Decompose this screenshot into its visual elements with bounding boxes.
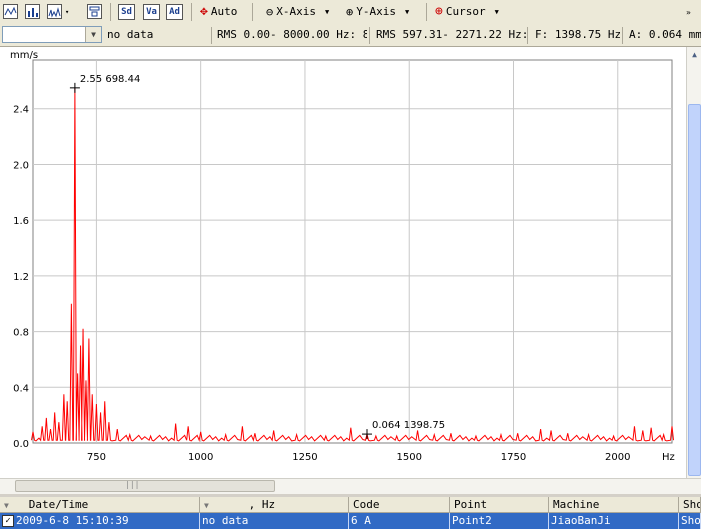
x-axis-label: X-Axis bbox=[276, 5, 316, 18]
table-cell-datetime[interactable]: ✓ 2009-6-8 15:10:39 bbox=[0, 513, 200, 529]
x-tick-label: 1250 bbox=[292, 452, 317, 463]
toolbar-overflow-icon[interactable]: » bbox=[686, 4, 691, 21]
y-tick-label: 2.0 bbox=[13, 160, 29, 171]
crosshair-icon: ⊕ bbox=[435, 4, 443, 19]
chevron-down-icon: ▼ bbox=[494, 7, 499, 16]
x-tick-label: 2000 bbox=[605, 452, 630, 463]
spectrum-icon-button[interactable]: ▾ bbox=[47, 3, 69, 20]
wave-icon-button[interactable] bbox=[3, 3, 18, 20]
sd-button[interactable]: Sd bbox=[118, 3, 135, 20]
horizontal-scroll-thumb[interactable] bbox=[15, 480, 275, 492]
y-axis-label: Y-Axis bbox=[356, 5, 396, 18]
scroll-up-icon[interactable]: ▲ bbox=[688, 48, 701, 61]
column-header-label: Date/Time bbox=[28, 498, 89, 511]
filter-icon-button[interactable] bbox=[87, 3, 102, 20]
bar-icon-button[interactable] bbox=[25, 3, 40, 20]
y-axis-button[interactable]: ⊕ Y-Axis ▼ bbox=[346, 3, 409, 20]
cursor-amplitude: A: 0.064 mm/ bbox=[629, 28, 701, 41]
vertical-scrollbar[interactable]: ▲ bbox=[686, 47, 701, 478]
ad-icon: Ad bbox=[166, 3, 183, 20]
y-tick-label: 0.0 bbox=[13, 439, 29, 450]
spectrum-plot[interactable]: 750 1000 1250 1500 1750 2000 0.0 0.4 0.8 1.2 1.6 2.… bbox=[0, 47, 686, 478]
column-header-hz[interactable]: ▼ , Hz bbox=[200, 497, 349, 513]
vertical-scroll-thumb[interactable] bbox=[688, 104, 701, 476]
cursor-frequency: F: 1398.75 Hz bbox=[535, 28, 620, 41]
channel-select[interactable]: ▼ bbox=[2, 26, 102, 43]
sort-icon: ▼ bbox=[4, 501, 9, 510]
column-header-machine[interactable]: Machine bbox=[549, 497, 679, 513]
peak-annotation: 0.064 1398.75 bbox=[372, 420, 445, 431]
sd-icon: Sd bbox=[118, 3, 135, 20]
auto-move-icon: ✥ bbox=[200, 4, 208, 19]
column-header-sho[interactable]: Sho bbox=[679, 497, 701, 513]
wave-icon bbox=[3, 4, 18, 19]
ad-button[interactable]: Ad bbox=[166, 3, 183, 20]
toolbar: ▾ Sd Va Ad ✥ Auto ⊖ X-Axis ▼ ⊕ Y-Axis ▼ … bbox=[0, 0, 701, 25]
measurement-table[interactable]: ▼ Date/Time ▼ , Hz Code Point Machine Sh… bbox=[0, 497, 701, 529]
y-tick-label: 0.4 bbox=[13, 383, 29, 394]
va-icon: Va bbox=[143, 3, 160, 20]
table-cell-machine[interactable]: JiaoBanJi bbox=[549, 513, 679, 529]
x-tick-label: 1500 bbox=[396, 452, 421, 463]
sort-icon: ▼ bbox=[204, 501, 209, 510]
peak-annotation: 2.55 698.44 bbox=[80, 74, 140, 85]
column-header-point[interactable]: Point bbox=[450, 497, 549, 513]
column-header-datetime[interactable]: ▼ Date/Time bbox=[0, 497, 200, 513]
va-button[interactable]: Va bbox=[143, 3, 160, 20]
auto-label: Auto bbox=[210, 5, 238, 18]
table-cell-code[interactable]: 6 A bbox=[349, 513, 450, 529]
x-tick-label: 1750 bbox=[501, 452, 526, 463]
table-cell-hz[interactable]: no data bbox=[200, 513, 349, 529]
table-cell-sho[interactable]: Sho bbox=[679, 513, 701, 529]
x-tick-label: 1000 bbox=[188, 452, 213, 463]
table-cell-point[interactable]: Point2 bbox=[450, 513, 549, 529]
y-axis-unit: mm/s bbox=[10, 50, 38, 61]
cursor-button[interactable]: ⊕ Cursor ▼ bbox=[435, 3, 499, 20]
chevron-down-icon: ▼ bbox=[324, 7, 330, 16]
plot-area bbox=[32, 59, 673, 444]
y-tick-label: 0.8 bbox=[13, 328, 29, 339]
rms-full-band: RMS 0.00- 8000.00 Hz: 8.6 bbox=[217, 28, 367, 41]
scroll-grip-icon: ||| bbox=[125, 480, 140, 489]
table-cell-text: 2009-6-8 15:10:39 bbox=[16, 514, 129, 527]
spectrum-chart[interactable]: 750 1000 1250 1500 1750 2000 0.0 0.4 0.8 1.2 1.6 2.… bbox=[0, 47, 686, 478]
info-bar: ▼ no data RMS 0.00- 8000.00 Hz: 8.6 RMS … bbox=[0, 24, 701, 47]
x-tick-label: 750 bbox=[87, 452, 106, 463]
filter-icon bbox=[87, 4, 102, 19]
column-header-code[interactable]: Code bbox=[349, 497, 450, 513]
bar-icon bbox=[25, 4, 40, 19]
column-header-label: , Hz bbox=[248, 498, 276, 511]
spectrum-icon bbox=[47, 4, 62, 19]
chevron-down-icon: ▼ bbox=[404, 7, 410, 16]
y-tick-label: 1.6 bbox=[13, 216, 29, 227]
x-axis-button[interactable]: ⊖ X-Axis ▼ bbox=[266, 3, 329, 20]
cursor-label: Cursor bbox=[445, 5, 486, 18]
horizontal-scrollbar[interactable]: ||| bbox=[0, 478, 701, 494]
checkbox-icon[interactable]: ✓ bbox=[2, 515, 14, 527]
data-status: no data bbox=[107, 28, 154, 41]
x-axis-unit: Hz bbox=[662, 452, 675, 463]
zoom-x-icon: ⊖ bbox=[266, 4, 274, 19]
rms-selected-band: RMS 597.31- 2271.22 Hz: 6 bbox=[376, 28, 526, 41]
y-tick-label: 2.4 bbox=[13, 105, 29, 116]
zoom-y-icon: ⊕ bbox=[346, 4, 354, 19]
chevron-down-icon[interactable]: ▼ bbox=[85, 27, 101, 42]
y-tick-label: 1.2 bbox=[13, 272, 29, 283]
auto-button[interactable]: ✥ Auto bbox=[200, 3, 237, 20]
